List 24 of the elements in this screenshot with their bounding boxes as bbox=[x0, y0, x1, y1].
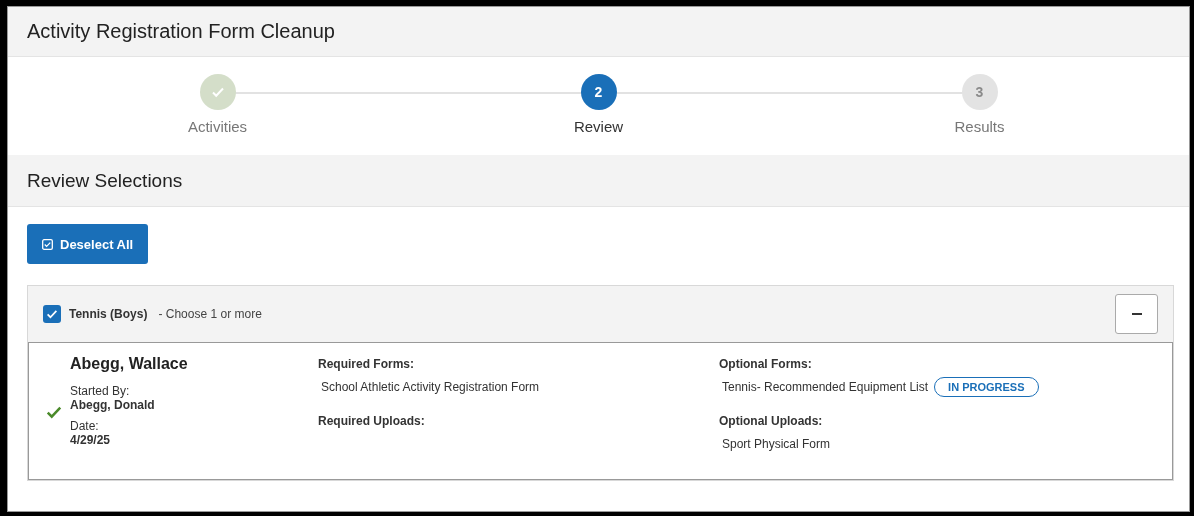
field-label: Optional Forms: bbox=[719, 357, 813, 373]
page-title: Activity Registration Form Cleanup bbox=[27, 20, 335, 43]
activity-name: Tennis (Boys) bbox=[69, 307, 148, 321]
step-label: Activities bbox=[187, 118, 248, 135]
field-label: Date: bbox=[70, 419, 100, 433]
section-title: Review Selections bbox=[27, 169, 183, 192]
field-label: Required Uploads: bbox=[318, 414, 426, 430]
field-value: Abegg, Donald bbox=[70, 398, 156, 412]
step-label: Review bbox=[573, 118, 624, 135]
activity-checkbox[interactable] bbox=[43, 305, 61, 323]
field-label: Required Forms: bbox=[318, 357, 415, 373]
field-value: 4/29/25 bbox=[70, 433, 112, 447]
field-label: Optional Uploads: bbox=[719, 414, 824, 430]
form-name: Sport Physical Form bbox=[722, 437, 831, 451]
step-circle: 3 bbox=[961, 74, 998, 110]
student-name: Abegg, Wallace bbox=[70, 355, 189, 373]
checkbox-icon bbox=[42, 238, 53, 250]
form-name: School Athletic Activity Registration Form bbox=[321, 380, 540, 394]
deselect-all-button[interactable]: Deselect All bbox=[27, 224, 149, 264]
field-label: Started By: bbox=[70, 384, 131, 398]
step-circle: 2 bbox=[580, 74, 617, 110]
step-label: Results bbox=[954, 118, 1005, 135]
activity-hint: - Choose 1 or more bbox=[158, 307, 262, 321]
form-name: Tennis- Recommended Equipment List bbox=[722, 380, 929, 394]
